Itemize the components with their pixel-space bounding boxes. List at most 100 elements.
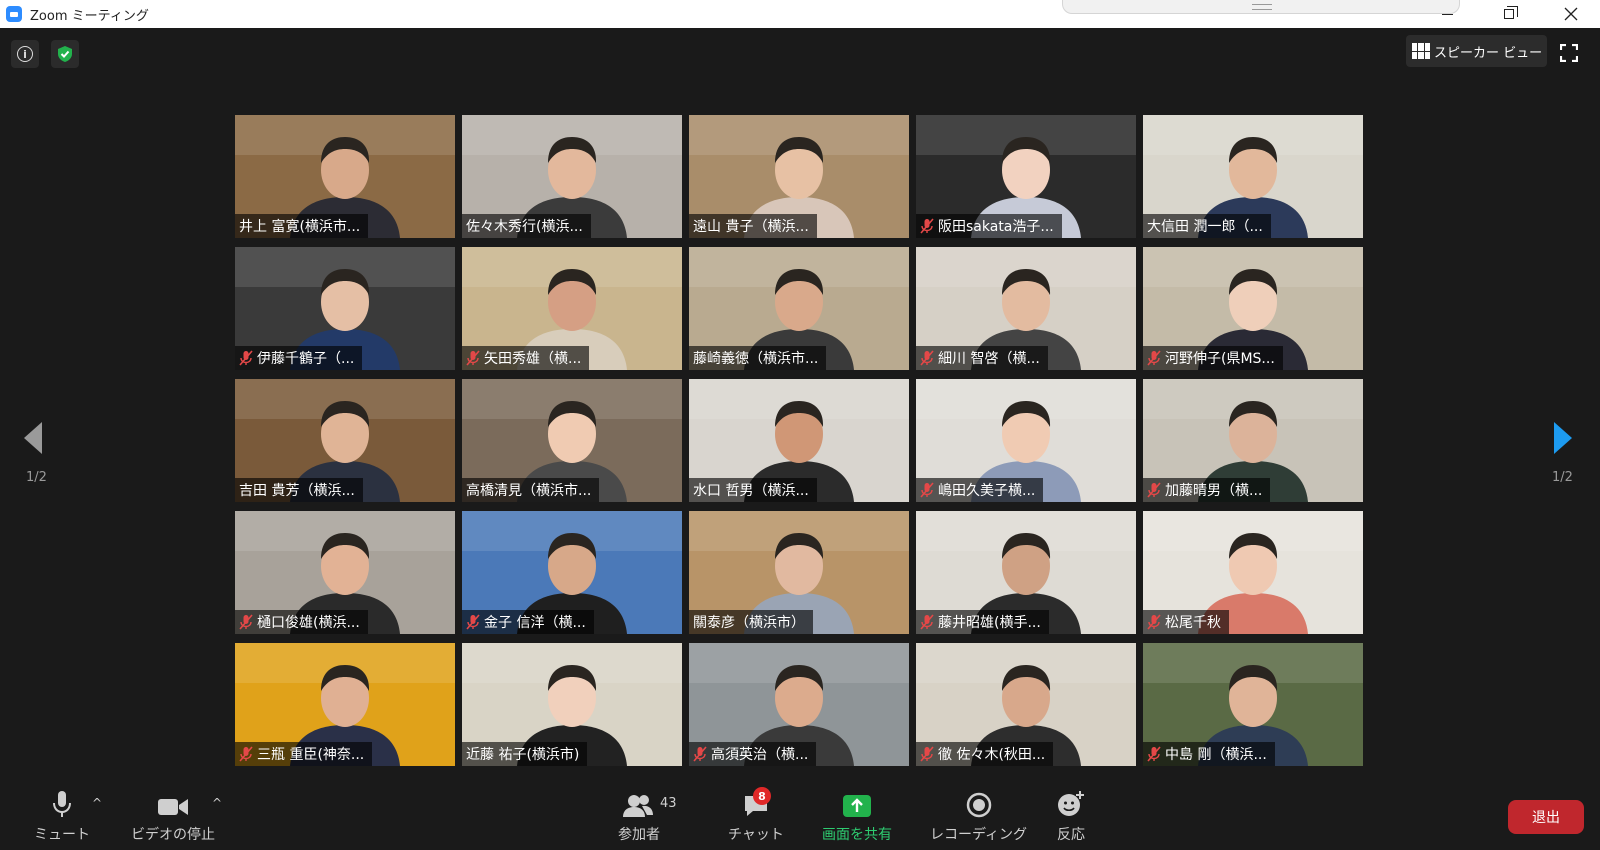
record-label: レコーディング xyxy=(930,827,1028,843)
participant-tile[interactable]: 樋口俊雄(横浜... xyxy=(235,511,455,634)
participant-name: 松尾千秋 xyxy=(1165,615,1221,631)
drag-handle[interactable] xyxy=(1062,0,1460,14)
meeting-toolbar xyxy=(0,770,1600,850)
participant-tile[interactable]: 矢田秀雄（横... xyxy=(462,247,682,370)
participant-tile[interactable]: 關泰彦（横浜市） xyxy=(689,511,909,634)
participant-tile[interactable]: 佐々木秀行(横浜... xyxy=(462,115,682,238)
next-page-button[interactable] xyxy=(1552,421,1574,455)
page-indicator-left: 1/2 xyxy=(26,470,47,485)
participants-label: 参加者 xyxy=(618,827,660,843)
muted-microphone-icon xyxy=(1147,482,1161,498)
participant-tile[interactable]: 中島 剛（横浜... xyxy=(1143,643,1363,766)
participant-name: 關泰彦（横浜市） xyxy=(693,615,805,631)
participant-tile[interactable]: 徹 佐々木(秋田... xyxy=(916,643,1136,766)
speaker-view-button[interactable]: スピーカー ビュー xyxy=(1406,35,1547,67)
meeting-info-button[interactable]: i xyxy=(11,40,39,68)
share-screen-button[interactable]: 画面を共有 xyxy=(822,788,892,844)
muted-microphone-icon xyxy=(239,614,253,630)
participant-name: 吉田 貴芳（横浜... xyxy=(239,483,355,499)
info-icon: i xyxy=(17,46,33,62)
muted-microphone-icon xyxy=(920,746,934,762)
muted-microphone-icon xyxy=(693,746,707,762)
security-button[interactable] xyxy=(51,40,79,68)
participant-name-tag: 徹 佐々木(秋田... xyxy=(916,742,1054,766)
record-icon xyxy=(966,792,991,818)
participant-name-tag: 金子 信洋（横... xyxy=(462,610,594,634)
participant-tile[interactable]: 細川 智啓（横... xyxy=(916,247,1136,370)
muted-microphone-icon xyxy=(239,350,253,366)
participant-tile[interactable]: 金子 信洋（横... xyxy=(462,511,682,634)
reactions-label: 反応 xyxy=(1057,827,1085,843)
participant-name: 中島 剛（横浜... xyxy=(1165,747,1267,763)
gallery-grid: 井上 富寛(横浜市... 佐々木秀行(横浜... 遠山 貴子（横浜... 阪田saka… xyxy=(235,115,1366,766)
participant-name-tag: 高橋清見（横浜市... xyxy=(462,478,600,502)
participant-name: 金子 信洋（横... xyxy=(484,615,586,631)
participant-tile[interactable]: 三瓶 重臣(神奈... xyxy=(235,643,455,766)
participant-name: 藤井昭雄(横手... xyxy=(938,615,1041,631)
muted-microphone-icon xyxy=(466,614,480,630)
participant-name-tag: 近藤 祐子(横浜市) xyxy=(462,742,588,766)
participant-name: 佐々木秀行(横浜... xyxy=(466,219,583,235)
zoom-logo-icon xyxy=(6,6,22,22)
participant-tile[interactable]: 松尾千秋 xyxy=(1143,511,1363,634)
share-screen-label: 画面を共有 xyxy=(822,827,892,843)
muted-microphone-icon xyxy=(920,350,934,366)
muted-microphone-icon xyxy=(920,482,934,498)
grid-view-icon xyxy=(1412,43,1430,59)
participant-tile[interactable]: 遠山 貴子（横浜... xyxy=(689,115,909,238)
participant-tile[interactable]: 井上 富寛(横浜市... xyxy=(235,115,455,238)
participant-tile[interactable]: 阪田sakata浩子... xyxy=(916,115,1136,238)
participant-tile[interactable]: 藤崎義徳（横浜市... xyxy=(689,247,909,370)
participants-button[interactable]: 参加者 xyxy=(618,788,660,844)
participant-tile[interactable]: 河野伸子(県MS... xyxy=(1143,247,1363,370)
participant-tile[interactable]: 近藤 祐子(横浜市) xyxy=(462,643,682,766)
minimize-button[interactable] xyxy=(1424,0,1470,28)
chat-unread-badge: 8 xyxy=(753,787,771,805)
participant-name-tag: 吉田 貴芳（横浜... xyxy=(235,478,363,502)
audio-options-caret[interactable]: ^ xyxy=(92,796,102,810)
participant-tile[interactable]: 加藤晴男（横... xyxy=(1143,379,1363,502)
participant-name: 伊藤千鶴子（... xyxy=(257,351,355,367)
participant-name-tag: 大信田 潤一郎（... xyxy=(1143,214,1271,238)
previous-page-button[interactable] xyxy=(22,421,44,455)
restore-button[interactable] xyxy=(1486,0,1532,28)
stop-video-label: ビデオの停止 xyxy=(131,827,215,843)
leave-meeting-button[interactable]: 退出 xyxy=(1508,800,1584,834)
speaker-view-label: スピーカー ビュー xyxy=(1434,45,1543,61)
muted-microphone-icon xyxy=(239,746,253,762)
participant-name: 近藤 祐子(横浜市) xyxy=(466,747,580,763)
participant-tile[interactable]: 伊藤千鶴子（... xyxy=(235,247,455,370)
participant-tile[interactable]: 高橋清見（横浜市... xyxy=(462,379,682,502)
stop-video-button[interactable]: ビデオの停止 xyxy=(131,788,215,844)
participant-tile[interactable]: 高須英治（横... xyxy=(689,643,909,766)
muted-microphone-icon xyxy=(466,350,480,366)
video-options-caret[interactable]: ^ xyxy=(212,796,222,810)
close-button[interactable] xyxy=(1548,0,1594,28)
fullscreen-icon xyxy=(1560,44,1578,62)
participant-tile[interactable]: 嶋田久美子横... xyxy=(916,379,1136,502)
page-indicator-right: 1/2 xyxy=(1552,470,1573,485)
video-camera-icon xyxy=(158,799,188,815)
participant-name-tag: 關泰彦（横浜市） xyxy=(689,610,813,634)
fullscreen-button[interactable] xyxy=(1555,40,1583,66)
participant-name-tag: 矢田秀雄（横... xyxy=(462,346,590,370)
participant-tile[interactable]: 吉田 貴芳（横浜... xyxy=(235,379,455,502)
participant-name: 遠山 貴子（横浜... xyxy=(693,219,809,235)
participant-name-tag: 樋口俊雄(横浜... xyxy=(235,610,368,634)
participant-name: 矢田秀雄（横... xyxy=(484,351,582,367)
mute-button[interactable]: ミュート xyxy=(34,788,90,844)
participant-name: 樋口俊雄(横浜... xyxy=(257,615,360,631)
shield-check-icon xyxy=(58,46,72,62)
participant-name: 三瓶 重臣(神奈... xyxy=(257,747,365,763)
participant-tile[interactable]: 大信田 潤一郎（... xyxy=(1143,115,1363,238)
minimize-icon xyxy=(1441,13,1453,15)
participant-name: 徹 佐々木(秋田... xyxy=(938,747,1046,763)
participant-name: 水口 哲男（横浜... xyxy=(693,483,809,499)
participant-tile[interactable]: 水口 哲男（横浜... xyxy=(689,379,909,502)
muted-microphone-icon xyxy=(1147,614,1161,630)
participant-tile[interactable]: 藤井昭雄(横手... xyxy=(916,511,1136,634)
muted-microphone-icon xyxy=(920,614,934,630)
record-button[interactable]: レコーディング xyxy=(930,788,1027,844)
participant-name-tag: 中島 剛（横浜... xyxy=(1143,742,1275,766)
reactions-button[interactable]: 反応 xyxy=(1057,788,1085,844)
